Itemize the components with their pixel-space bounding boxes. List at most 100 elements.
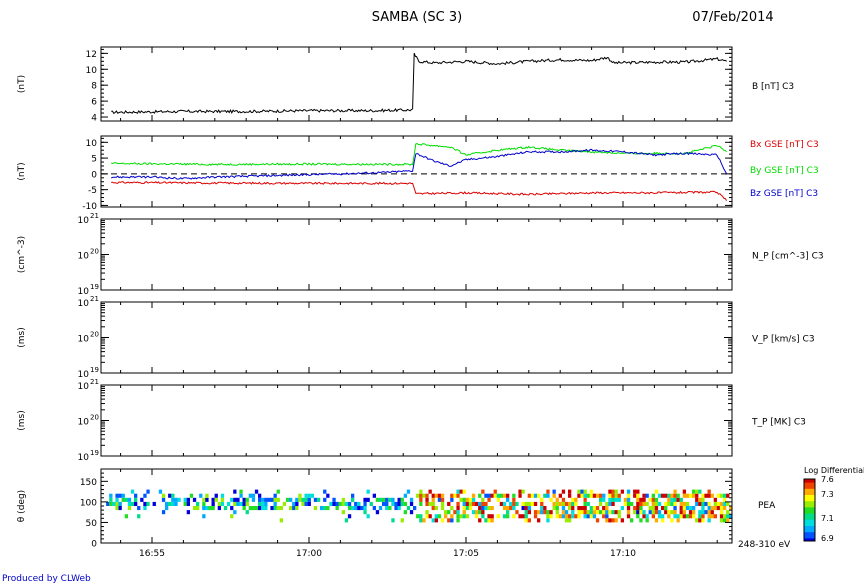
heatmap-cell bbox=[642, 493, 646, 498]
heatmap-cell bbox=[533, 510, 538, 515]
time-tick-label: 17:05 bbox=[453, 549, 479, 559]
series-line bbox=[111, 181, 728, 201]
heatmap-cell bbox=[456, 501, 460, 506]
heatmap-cell bbox=[254, 506, 259, 511]
heatmap-cell bbox=[422, 493, 426, 498]
heatmap-cell bbox=[521, 506, 525, 511]
heatmap-cell bbox=[258, 493, 262, 498]
heatmap-cell bbox=[664, 506, 668, 511]
heatmap-cell bbox=[537, 518, 541, 523]
heatmap-cell bbox=[546, 510, 550, 515]
heatmap-cell bbox=[645, 493, 649, 498]
heatmap-cell bbox=[552, 501, 556, 506]
heatmap-cell bbox=[698, 501, 702, 506]
heatmap-cell bbox=[397, 501, 401, 506]
heatmap-cell bbox=[692, 493, 696, 498]
heatmap-cell bbox=[561, 501, 566, 506]
heatmap-cell bbox=[642, 510, 646, 515]
heatmap-cell bbox=[626, 510, 631, 515]
heatmap-cell bbox=[152, 501, 156, 506]
heatmap-cell bbox=[617, 514, 621, 519]
heatmap-cell bbox=[530, 493, 535, 498]
heatmap-cell bbox=[332, 501, 336, 506]
heatmap-cell bbox=[428, 501, 432, 506]
heatmap-cell bbox=[682, 493, 686, 498]
heatmap-cell bbox=[713, 514, 717, 519]
heatmap-cell bbox=[375, 510, 380, 515]
heatmap-cell bbox=[304, 497, 308, 502]
heatmap-cell bbox=[577, 493, 581, 498]
heatmap-cell bbox=[313, 497, 318, 502]
heatmap-cell bbox=[707, 514, 711, 519]
heatmap-cell bbox=[205, 493, 209, 498]
heatmap-cell bbox=[388, 506, 392, 511]
heatmap-cell bbox=[589, 506, 593, 511]
heatmap-cell bbox=[704, 510, 708, 515]
heatmap-cell bbox=[440, 497, 445, 502]
heatmap-cell bbox=[406, 506, 411, 511]
heatmap-cell bbox=[450, 497, 454, 502]
heatmap-cell bbox=[115, 497, 119, 502]
heatmap-cell bbox=[592, 493, 597, 498]
heatmap-cell bbox=[295, 506, 299, 511]
series-label-b: B [nT] C3 bbox=[752, 82, 794, 92]
time-tick-label: 17:10 bbox=[610, 549, 636, 559]
heatmap-cell bbox=[552, 493, 556, 498]
heatmap-cell bbox=[419, 493, 423, 498]
heatmap-cell bbox=[171, 501, 175, 506]
heatmap-cell bbox=[289, 506, 293, 511]
time-axis-labels: 16:55 17:00 17:05 17:10 bbox=[139, 549, 636, 559]
heatmap-cell bbox=[599, 510, 603, 515]
heatmap-cell bbox=[642, 514, 646, 519]
heatmap-cell bbox=[239, 493, 243, 498]
heatmap-cell bbox=[335, 506, 339, 511]
heatmap-cell bbox=[654, 497, 659, 502]
heatmap-cell bbox=[685, 493, 690, 498]
heatmap-cell bbox=[506, 493, 510, 498]
heatmap-cell bbox=[648, 506, 652, 511]
y-tick-label: -10 bbox=[82, 202, 97, 212]
heatmap-cell bbox=[158, 489, 163, 494]
heatmap-cell bbox=[391, 497, 395, 502]
heatmap-cell bbox=[168, 493, 172, 498]
y-tick-label: 10 bbox=[78, 453, 90, 463]
heatmap-cell bbox=[431, 506, 435, 511]
heatmap-cell bbox=[571, 501, 575, 506]
heatmap-cell bbox=[608, 518, 612, 523]
heatmap-cell bbox=[279, 518, 283, 523]
heatmap-cell bbox=[636, 501, 640, 506]
y-tick-label: 10 bbox=[78, 252, 90, 262]
heatmap-cell bbox=[670, 518, 674, 523]
heatmap-cell bbox=[605, 510, 609, 515]
heatmap-cell bbox=[440, 518, 445, 523]
heatmap-cell bbox=[630, 501, 634, 506]
series-label: T_P [MK] C3 bbox=[751, 418, 806, 428]
heatmap-cell bbox=[710, 506, 714, 511]
heatmap-cell bbox=[611, 489, 615, 494]
heatmap-cell bbox=[639, 506, 643, 511]
heatmap-cell bbox=[719, 501, 724, 506]
heatmap-cell bbox=[719, 506, 724, 511]
heatmap-cell bbox=[124, 497, 128, 502]
heatmap-cell bbox=[205, 497, 209, 502]
heatmap-cell bbox=[543, 493, 547, 498]
heatmap-cell bbox=[447, 518, 451, 523]
heatmap-cell bbox=[602, 497, 606, 502]
heatmap-cell bbox=[493, 493, 497, 498]
heatmap-cell bbox=[490, 514, 494, 519]
heatmap-cell bbox=[242, 501, 246, 506]
y-axis-label: (ms) bbox=[17, 327, 27, 347]
heatmap-cells bbox=[106, 489, 733, 523]
heatmap-cell bbox=[313, 506, 318, 511]
heatmap-cell bbox=[264, 506, 268, 511]
y-tick-label: 8 bbox=[91, 82, 97, 92]
heatmap-cell bbox=[595, 506, 600, 511]
heatmap-cell bbox=[481, 514, 485, 519]
heatmap-cell bbox=[354, 501, 358, 506]
heatmap-cell bbox=[391, 501, 395, 506]
heatmap-cell bbox=[214, 497, 218, 502]
heatmap-cell bbox=[549, 510, 553, 515]
heatmap-cell bbox=[394, 501, 398, 506]
heatmap-cell bbox=[487, 493, 491, 498]
heatmap-cell bbox=[416, 493, 420, 498]
